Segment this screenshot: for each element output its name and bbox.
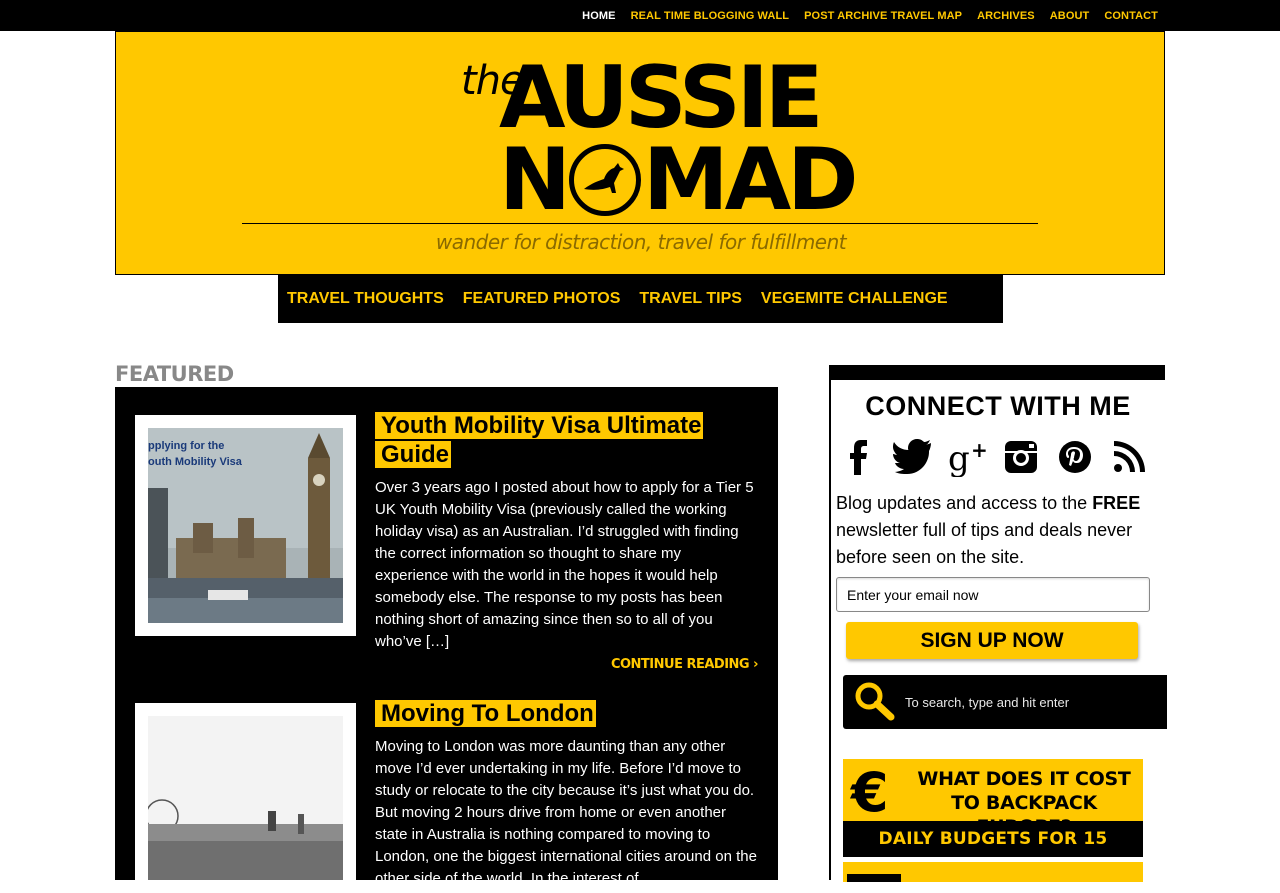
site-header: the AUSSIE N MAD wander for distraction,… [115,31,1165,275]
banner-subline: DAILY BUDGETS FOR 15 CITIES! [843,821,1143,885]
post-excerpt: Moving to London was more daunting than … [375,738,757,880]
svg-text:+: + [971,438,987,462]
header-divider [242,223,1038,224]
logo-nomad: N MAD [499,130,859,230]
top-bar: HOME REAL TIME BLOGGING WALL POST ARCHIV… [0,0,1280,31]
search-box [843,675,1167,729]
main-nav: TRAVEL THOUGHTS FEATURED PHOTOS TRAVEL T… [278,275,1003,323]
facebook-icon[interactable] [839,437,879,477]
featured-section: pplying for the outh Mobility Visa Youth… [115,387,778,880]
chevron-right-icon: › [753,657,758,672]
post-title-text[interactable]: Youth Mobility Visa Ultimate Guide [375,412,704,468]
top-nav: HOME REAL TIME BLOGGING WALL POST ARCHIV… [582,0,1158,31]
site-logo[interactable]: the AUSSIE N MAD [461,52,859,226]
connect-heading: CONNECT WITH ME [865,391,1131,421]
top-nav-contact[interactable]: CONTACT [1104,10,1158,22]
continue-reading-link[interactable]: CONTINUE READING › [610,657,759,672]
sidebar-top-strip [831,365,1165,380]
top-nav-archives[interactable]: ARCHIVES [977,10,1035,22]
europe-budget-banner[interactable]: € WHAT DOES IT COST TO BACKPACK EUROPE? … [843,759,1143,885]
rss-icon[interactable] [1109,437,1149,477]
site-tagline: wander for distraction, travel for fulfi… [435,230,847,254]
top-nav-post-archive-travel-map[interactable]: POST ARCHIVE TRAVEL MAP [804,10,962,22]
euro-icon: € [851,761,889,824]
google-plus-icon[interactable]: g + [947,437,988,479]
logo-nomad-end: MAD [642,130,859,230]
top-nav-real-time-blogging-wall[interactable]: REAL TIME BLOGGING WALL [631,10,790,22]
post-image-westminster: pplying for the outh Mobility Visa [148,428,343,623]
twitter-icon[interactable] [893,437,933,477]
main-nav-featured-photos[interactable]: FEATURED PHOTOS [463,290,621,308]
second-banner[interactable] [843,862,1143,882]
kangaroo-icon [568,144,641,216]
search-icon [851,680,899,724]
email-field[interactable] [836,577,1150,612]
post-image-caption: pplying for the outh Mobility Visa [148,440,242,468]
main-nav-travel-tips[interactable]: TRAVEL TIPS [639,290,742,308]
post-thumbnail[interactable] [135,703,356,880]
svg-text:g: g [948,439,970,477]
sign-up-button[interactable]: SIGN UP NOW [846,622,1138,659]
post-excerpt: Over 3 years ago I posted about how to a… [375,479,754,650]
main-nav-travel-thoughts[interactable]: TRAVEL THOUGHTS [287,290,444,308]
post-thumbnail[interactable]: pplying for the outh Mobility Visa [135,415,356,636]
logo-nomad-start: N [499,130,571,230]
post-title[interactable]: Moving To London [375,699,705,728]
social-links: g + [839,437,1149,479]
second-banner-graphic [847,874,901,882]
newsletter-blurb-text: Blog updates and access to the [836,493,1093,513]
featured-heading: FEATURED [115,362,234,386]
newsletter-blurb-free: FREE [1092,493,1141,513]
continue-reading-label: CONTINUE READING [610,657,750,672]
newsletter-blurb: Blog updates and access to the FREE news… [836,490,1156,571]
post-title[interactable]: Youth Mobility Visa Ultimate Guide [375,411,705,469]
post-image-london-skyline [148,716,343,880]
sidebar: CONNECT WITH ME g + Blog updates and acce… [829,365,1167,885]
top-nav-home[interactable]: HOME [582,10,615,22]
top-nav-about[interactable]: ABOUT [1050,10,1090,22]
search-input[interactable] [905,685,1155,719]
pinterest-icon[interactable] [1055,437,1095,477]
main-nav-vegemite-challenge[interactable]: VEGEMITE CHALLENGE [761,290,948,308]
instagram-icon[interactable] [1001,437,1041,477]
newsletter-blurb-text: newsletter full of tips and deals never … [836,520,1133,567]
post-title-text[interactable]: Moving To London [375,700,596,727]
